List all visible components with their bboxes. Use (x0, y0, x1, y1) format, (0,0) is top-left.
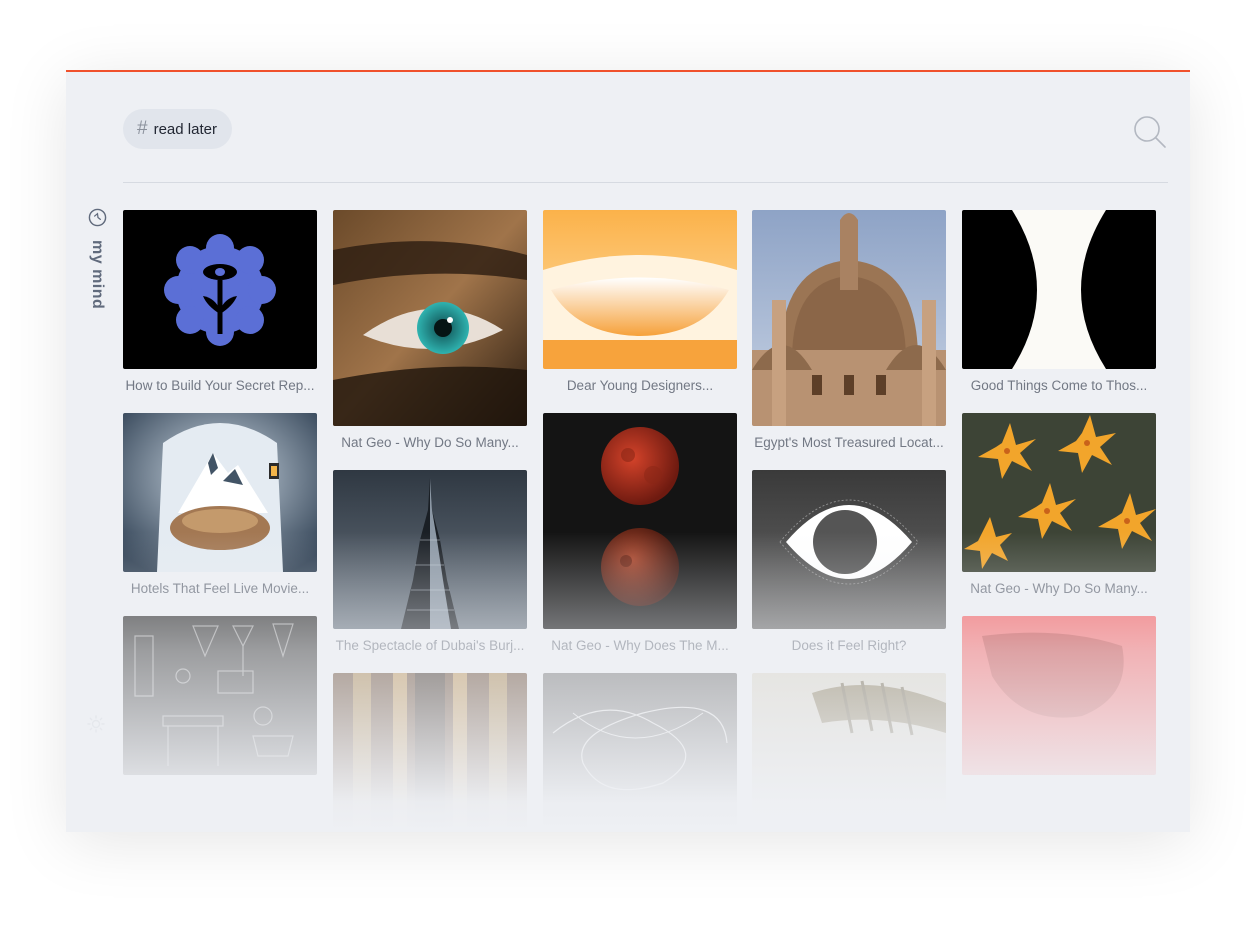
card-title: Nat Geo - Why Do So Many... (970, 581, 1148, 596)
tag-label: read later (153, 120, 217, 138)
card-thumbnail (752, 210, 946, 426)
brand-label: my mind (89, 240, 106, 310)
card[interactable]: The Spectacle of Dubai's Burj... (333, 470, 527, 653)
card-title: Nat Geo - Why Do So Many... (341, 435, 519, 450)
tag-filter-chip[interactable]: # read later (123, 109, 232, 149)
card-thumbnail (333, 470, 527, 629)
card[interactable] (543, 673, 737, 832)
card-thumbnail (123, 413, 317, 572)
card[interactable]: Nat Geo - Why Does The M... (543, 413, 737, 653)
app-window: # read later my mind How to Build Your S… (66, 70, 1190, 832)
card-title: Good Things Come to Thos... (970, 378, 1148, 393)
card[interactable]: Nat Geo - Why Do So Many... (333, 210, 527, 450)
card-thumbnail (962, 413, 1156, 572)
card-thumbnail (123, 616, 317, 775)
card[interactable]: Hotels That Feel Live Movie... (123, 413, 317, 596)
card[interactable]: Nat Geo - Why Do So Many... (962, 413, 1156, 596)
card[interactable]: Does it Feel Right? (752, 470, 946, 653)
card-thumbnail (543, 413, 737, 629)
card[interactable]: Good Things Come to Thos... (962, 210, 1156, 393)
card-title: Egypt's Most Treasured Locat... (754, 435, 944, 450)
card-thumbnail (962, 210, 1156, 369)
card[interactable] (123, 616, 317, 784)
card-thumbnail (333, 673, 527, 832)
card-title: Does it Feel Right? (791, 638, 907, 653)
hash-icon: # (137, 118, 148, 139)
card-title: The Spectacle of Dubai's Burj... (335, 638, 525, 653)
card[interactable]: Dear Young Designers... (543, 210, 737, 393)
brand-nav[interactable]: my mind (84, 208, 110, 309)
card[interactable]: Egypt's Most Treasured Locat... (752, 210, 946, 450)
card-thumbnail (543, 210, 737, 369)
card-thumbnail (543, 673, 737, 832)
card-title: Dear Young Designers... (566, 378, 714, 393)
sun-icon[interactable] (87, 715, 105, 733)
card-title: Hotels That Feel Live Movie... (130, 581, 310, 596)
card-title: How to Build Your Secret Rep... (125, 378, 315, 393)
search-icon[interactable] (1132, 114, 1168, 150)
card-thumbnail (752, 470, 946, 629)
card-thumbnail (123, 210, 317, 369)
card-grid: How to Build Your Secret Rep... Hotels T… (123, 210, 1168, 832)
card-title: Nat Geo - Why Does The M... (551, 638, 729, 653)
card-thumbnail (962, 616, 1156, 775)
card[interactable] (962, 616, 1156, 784)
header-divider (123, 182, 1168, 183)
card[interactable] (333, 673, 527, 832)
card[interactable]: How to Build Your Secret Rep... (123, 210, 317, 393)
card-thumbnail (752, 673, 946, 832)
card-thumbnail (333, 210, 527, 426)
mymind-logo-icon (88, 208, 107, 232)
card[interactable] (752, 673, 946, 832)
